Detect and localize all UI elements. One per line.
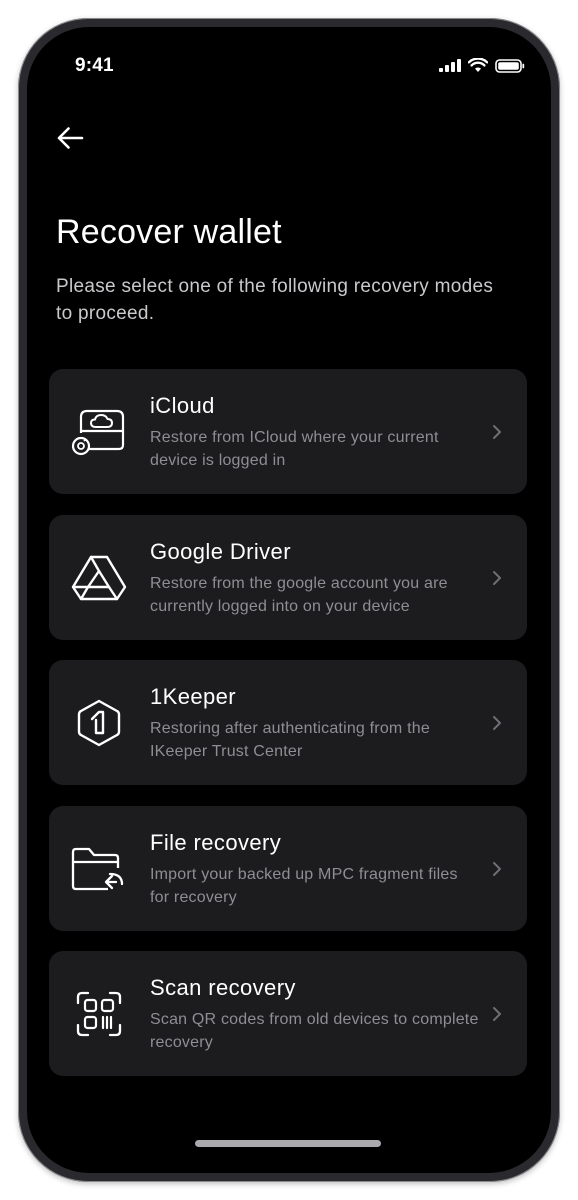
folder-import-icon [71,847,124,890]
chevron-right-icon [493,424,501,439]
option-scan-recovery[interactable]: Scan recovery Scan QR codes from old dev… [49,951,527,1076]
status-icons [439,58,525,73]
back-button[interactable] [53,123,87,153]
qr-scan-icon [76,991,122,1036]
option-title: 1Keeper [150,684,236,709]
option-title: Scan recovery [150,975,296,1000]
home-indicator[interactable] [195,1140,381,1147]
battery-icon [495,58,525,73]
icloud-drive-icon [71,409,125,455]
status-time: 9:41 [75,55,114,76]
option-description: Restore from ICloud where your current d… [150,429,439,469]
chevron-right-icon [493,570,501,585]
option-title: iCloud [150,393,215,418]
chevron-right-icon [493,1006,501,1021]
option-google-driver[interactable]: Google Driver Restore from the google ac… [49,515,527,640]
wifi-icon [468,58,488,72]
page-subtitle: Please select one of the following recov… [56,276,494,324]
option-1keeper[interactable]: 1Keeper Restoring after authenticating f… [49,660,527,785]
status-bar: 9:41 [27,27,551,107]
option-description: Restoring after authenticating from the … [150,720,430,760]
option-title: Google Driver [150,539,291,564]
option-icloud[interactable]: iCloud Restore from ICloud where your cu… [49,369,527,494]
option-description: Restore from the google account you are … [150,575,448,615]
google-drive-icon [71,555,127,600]
option-title: File recovery [150,830,282,855]
page-title: Recover wallet [56,213,282,251]
arrow-left-icon [57,127,84,149]
keeper-icon [77,699,121,746]
chevron-right-icon [493,861,501,876]
option-file-recovery[interactable]: File recovery Import your backed up MPC … [49,806,527,931]
screen: 9:41 Recover wallet Please select one of… [27,27,551,1173]
option-description: Import your backed up MPC fragment files… [150,866,458,906]
option-description: Scan QR codes from old devices to comple… [150,1011,479,1051]
signal-icon [439,59,461,72]
chevron-right-icon [493,715,501,730]
